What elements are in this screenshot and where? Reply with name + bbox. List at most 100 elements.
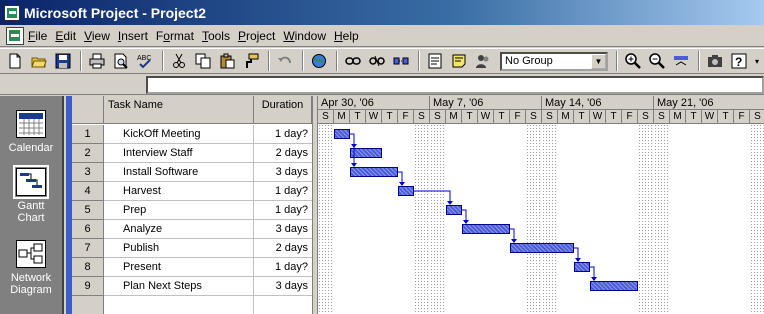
table-row[interactable]: 9 Plan Next Steps 3 days <box>72 277 312 296</box>
go-to-selected-task-icon[interactable] <box>670 50 692 72</box>
dependency-arrow <box>447 201 453 205</box>
print-icon[interactable] <box>86 50 108 72</box>
link-tasks-icon[interactable] <box>342 50 364 72</box>
duration-cell[interactable]: 3 days <box>254 220 312 239</box>
group-by-dropdown[interactable]: No Group ▼ <box>500 51 608 71</box>
view-gantt-chart[interactable]: Gantt Chart <box>0 165 62 224</box>
cut-icon[interactable] <box>168 50 190 72</box>
document-icon[interactable] <box>6 26 24 45</box>
chevron-down-icon[interactable]: ▼ <box>591 53 606 69</box>
row-id[interactable]: 2 <box>72 144 104 163</box>
row-id[interactable]: 9 <box>72 277 104 296</box>
duration-cell[interactable]: 1 day? <box>254 182 312 201</box>
hyperlink-globe-icon[interactable] <box>308 50 330 72</box>
duration-cell[interactable]: 2 days <box>254 239 312 258</box>
toolbar-separator <box>418 51 420 71</box>
table-row[interactable]: 7 Publish 2 days <box>72 239 312 258</box>
calendar-icon <box>16 110 46 138</box>
task-name-cell[interactable]: KickOff Meeting <box>104 125 254 144</box>
duration-cell[interactable]: 1 day? <box>254 201 312 220</box>
menu-project[interactable]: Project <box>238 29 281 43</box>
menu-window[interactable]: Window <box>283 29 332 43</box>
row-id[interactable]: 7 <box>72 239 104 258</box>
undo-icon[interactable] <box>274 50 296 72</box>
task-information-icon[interactable] <box>424 50 446 72</box>
task-name-cell[interactable]: Install Software <box>104 163 254 182</box>
open-icon[interactable] <box>28 50 50 72</box>
column-header-task-name[interactable]: Task Name <box>104 96 254 124</box>
spelling-icon[interactable]: ABC <box>134 50 156 72</box>
view-gantt-label: Gantt Chart <box>17 200 45 224</box>
paste-icon[interactable] <box>216 50 238 72</box>
row-id[interactable]: 1 <box>72 125 104 144</box>
view-network-label: Network Diagram <box>10 272 52 296</box>
row-id[interactable]: 5 <box>72 201 104 220</box>
dependency-link[interactable] <box>414 190 451 204</box>
help-icon[interactable]: ? <box>728 50 750 72</box>
duration-cell[interactable]: 3 days <box>254 163 312 182</box>
task-name-cell[interactable]: Analyze <box>104 220 254 239</box>
duration-cell[interactable]: 1 day? <box>254 125 312 144</box>
window-title: Microsoft Project - Project2 <box>24 4 207 21</box>
format-painter-icon[interactable] <box>240 50 262 72</box>
group-by-value: No Group <box>505 55 553 67</box>
table-row[interactable]: 5 Prep 1 day? <box>72 201 312 220</box>
menu-view[interactable]: View <box>84 29 116 43</box>
task-table-header: Task Name Duration <box>72 96 312 124</box>
task-name-cell[interactable]: Present <box>104 258 254 277</box>
table-row[interactable]: 6 Analyze 3 days <box>72 220 312 239</box>
row-id[interactable]: 4 <box>72 182 104 201</box>
copy-picture-icon[interactable] <box>704 50 726 72</box>
print-preview-icon[interactable] <box>110 50 132 72</box>
row-id[interactable]: 6 <box>72 220 104 239</box>
project-app-icon[interactable] <box>4 4 20 21</box>
menu-format[interactable]: Format <box>156 29 200 43</box>
task-name-cell[interactable]: Harvest <box>104 182 254 201</box>
split-task-icon[interactable] <box>390 50 412 72</box>
select-all-cell[interactable] <box>72 96 104 124</box>
toolbar-separator <box>80 51 82 71</box>
unlink-tasks-icon[interactable] <box>366 50 388 72</box>
toolbar-options-icon[interactable]: ▾ <box>752 50 762 72</box>
task-name-cell[interactable] <box>104 296 254 314</box>
menu-insert[interactable]: Insert <box>118 29 154 43</box>
save-icon[interactable] <box>52 50 74 72</box>
new-icon[interactable] <box>4 50 26 72</box>
table-row[interactable]: 8 Present 1 day? <box>72 258 312 277</box>
duration-cell[interactable]: 1 day? <box>254 258 312 277</box>
empty-table-row[interactable] <box>72 296 312 314</box>
menu-file[interactable]: File <box>28 29 53 43</box>
table-row[interactable]: 4 Harvest 1 day? <box>72 182 312 201</box>
table-row[interactable]: 3 Install Software 3 days <box>72 163 312 182</box>
assign-resources-icon[interactable] <box>472 50 494 72</box>
menu-edit[interactable]: Edit <box>55 29 82 43</box>
task-name-cell[interactable]: Interview Staff <box>104 144 254 163</box>
duration-cell[interactable]: 3 days <box>254 277 312 296</box>
table-row[interactable]: 1 KickOff Meeting 1 day? <box>72 125 312 144</box>
menu-help[interactable]: Help <box>334 29 365 43</box>
task-name-cell[interactable]: Publish <box>104 239 254 258</box>
menu-tools[interactable]: Tools <box>202 29 236 43</box>
copy-icon[interactable] <box>192 50 214 72</box>
zoom-out-icon[interactable] <box>646 50 668 72</box>
dependency-link[interactable] <box>350 133 355 166</box>
column-header-duration[interactable]: Duration <box>254 96 312 124</box>
view-network-diagram[interactable]: Network Diagram <box>0 240 62 296</box>
row-id[interactable]: 8 <box>72 258 104 277</box>
gantt-chart: Apr 30, '06 S M T W T F S May 7, '06 S M T W T F S May 1… <box>318 96 764 314</box>
entry-field[interactable] <box>146 76 764 94</box>
menu-bar: File Edit View Insert Format Tools Project Wind… <box>0 25 764 47</box>
zoom-in-icon[interactable] <box>622 50 644 72</box>
svg-text:?: ? <box>735 55 742 69</box>
table-row[interactable]: 2 Interview Staff 2 days <box>72 144 312 163</box>
view-calendar[interactable]: Calendar <box>0 110 62 154</box>
task-name-cell[interactable]: Prep <box>104 201 254 220</box>
duration-cell[interactable]: 2 days <box>254 144 312 163</box>
title-bar: Microsoft Project - Project2 <box>0 0 764 25</box>
toolbar-separator <box>162 51 164 71</box>
row-id[interactable]: 3 <box>72 163 104 182</box>
task-notes-icon[interactable] <box>448 50 470 72</box>
dependency-arrow <box>591 277 597 281</box>
row-id[interactable] <box>72 296 104 314</box>
task-name-cell[interactable]: Plan Next Steps <box>104 277 254 296</box>
